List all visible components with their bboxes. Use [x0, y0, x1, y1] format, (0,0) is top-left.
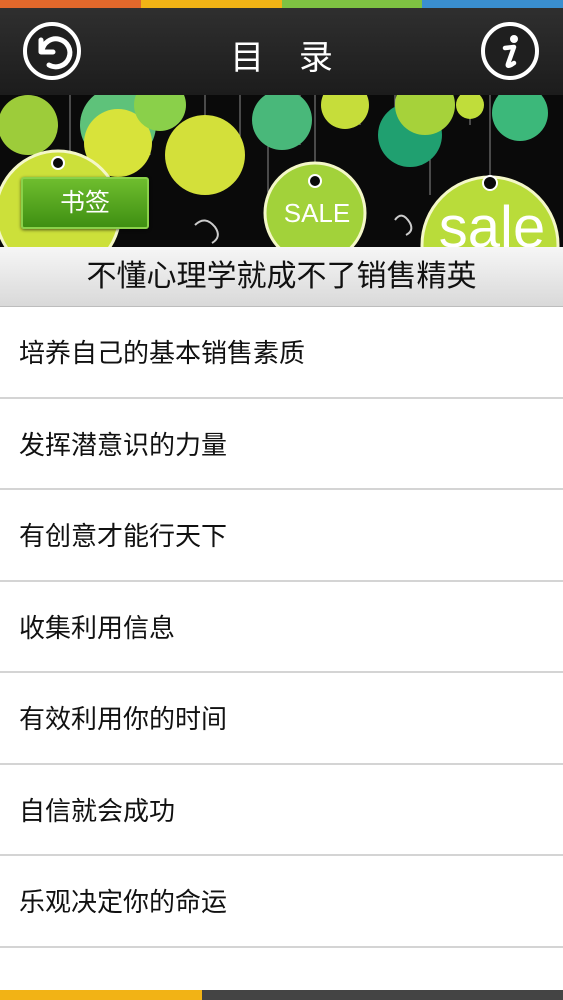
- top-color-stripe: [0, 0, 563, 8]
- info-button[interactable]: [481, 22, 539, 80]
- book-title: 不懂心理学就成不了销售精英: [0, 247, 563, 307]
- sale-tag-label-large: sale: [439, 195, 545, 247]
- bottom-color-stripe: [0, 990, 563, 1000]
- sale-tag-label-small: SALE: [284, 198, 351, 228]
- info-icon: [502, 35, 518, 69]
- chapter-item[interactable]: 收集利用信息: [0, 581, 563, 673]
- banner-image: SALE sale 书签: [0, 95, 563, 247]
- chapter-item[interactable]: 乐观决定你的命运: [0, 856, 563, 948]
- chapter-list: 培养自己的基本销售素质 发挥潜意识的力量 有创意才能行天下 收集利用信息 有效利…: [0, 307, 563, 948]
- header-bar: 目 录: [0, 8, 563, 95]
- chapter-item[interactable]: 自信就会成功: [0, 764, 563, 856]
- app-screen: 目 录 SALE sale 书签 不懂心理学就成不了销售精英 培养自己的基本销售…: [0, 0, 563, 1000]
- page-title: 目 录: [230, 38, 345, 78]
- chapter-item[interactable]: 发挥潜意识的力量: [0, 398, 563, 490]
- bookmark-button[interactable]: 书签: [21, 177, 149, 229]
- chapter-item[interactable]: 培养自己的基本销售素质: [0, 307, 563, 399]
- chapter-item[interactable]: 有效利用你的时间: [0, 673, 563, 765]
- chapter-item[interactable]: 有创意才能行天下: [0, 490, 563, 582]
